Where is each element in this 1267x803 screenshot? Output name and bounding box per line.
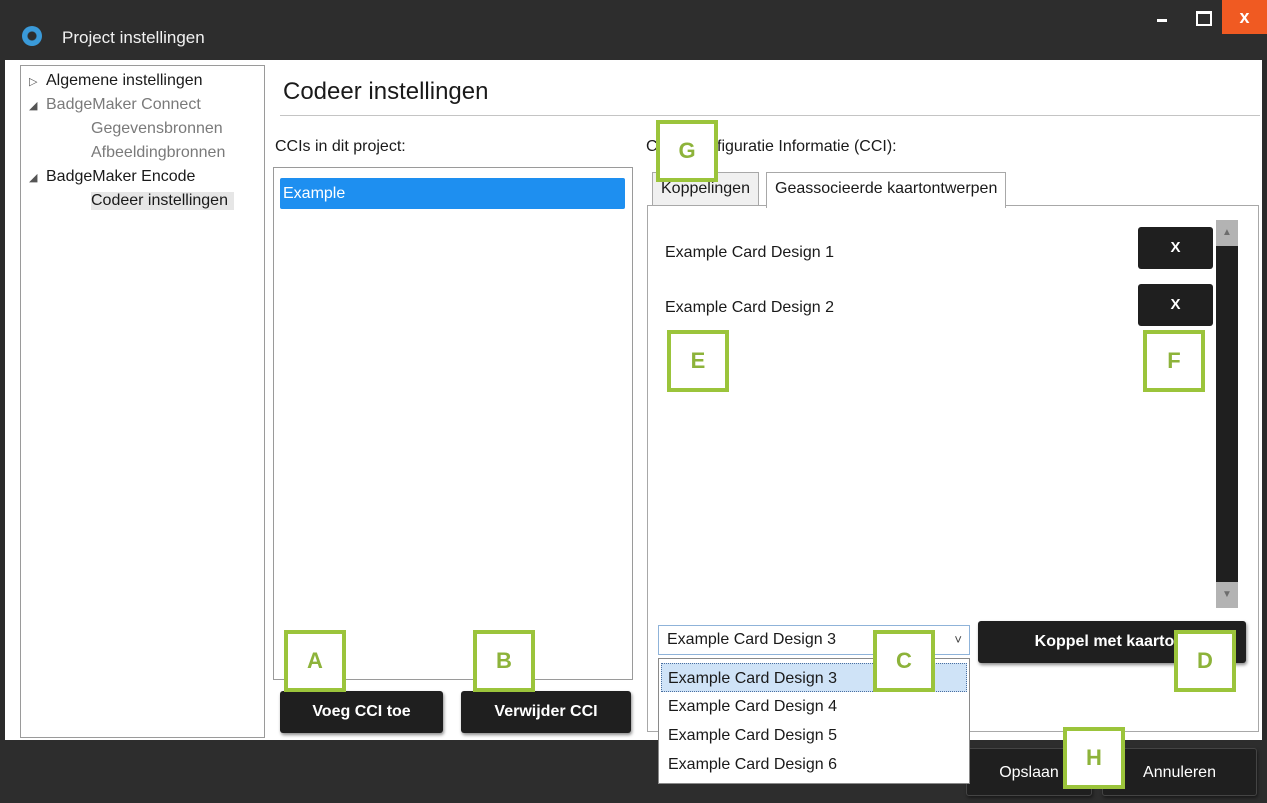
chevron-down-icon[interactable]: ˅ [954, 626, 962, 654]
callout-a: A [284, 630, 346, 692]
ccis-label: CCIs in dit project: [275, 138, 406, 155]
remove-card-design-button[interactable]: X [1138, 284, 1213, 326]
tab-geassocieerde-kaartontwerpen[interactable]: Geassocieerde kaartontwerpen [766, 172, 1007, 208]
list-item[interactable]: Example [280, 178, 625, 209]
tree-item-gegevensbronnen[interactable]: Gegevensbronnen [21, 120, 264, 144]
dialog-content: ▷ Algemene instellingen ◢ BadgeMaker Con… [5, 60, 1262, 784]
dropdown-option[interactable]: Example Card Design 6 [659, 750, 969, 779]
maximize-button[interactable] [1182, 0, 1222, 34]
select-value: Example Card Design 3 [667, 631, 836, 648]
collapse-arrow-icon[interactable]: ◢ [29, 99, 37, 112]
dropdown-option[interactable]: Example Card Design 4 [659, 692, 969, 721]
card-design-name: Example Card Design 2 [665, 299, 834, 316]
tree-item-label: Algemene instellingen [46, 72, 203, 89]
tree-item-label: BadgeMaker Encode [46, 168, 196, 185]
tree-item-label: Gegevensbronnen [91, 120, 223, 137]
close-button[interactable]: x [1222, 0, 1267, 34]
title-bar: Project instellingen x [0, 0, 1267, 60]
card-design-name: Example Card Design 1 [665, 244, 834, 261]
remove-cci-button[interactable]: Verwijder CCI [461, 691, 631, 733]
cci-list[interactable]: Example [273, 167, 633, 680]
app-logo-icon [22, 26, 42, 46]
callout-b: B [473, 630, 535, 692]
tree-item-badgemaker-connect[interactable]: ◢ BadgeMaker Connect [21, 96, 264, 120]
callout-d: D [1174, 630, 1236, 692]
tree-item-label: Afbeeldingbronnen [91, 144, 226, 161]
window-title: Project instellingen [62, 28, 205, 47]
minimize-button[interactable] [1142, 0, 1182, 34]
vertical-scrollbar[interactable]: ▲ ▼ [1216, 220, 1238, 608]
tree-item-label: BadgeMaker Connect [46, 96, 201, 113]
callout-e: E [667, 330, 729, 392]
tree-item-afbeeldingbronnen[interactable]: Afbeeldingbronnen [21, 144, 264, 168]
scroll-up-arrow-icon[interactable]: ▲ [1216, 220, 1238, 246]
callout-f: F [1143, 330, 1205, 392]
project-settings-window: Project instellingen x ▷ Algemene instel… [0, 0, 1267, 803]
add-cci-button[interactable]: Voeg CCI toe [280, 691, 443, 733]
callout-c: C [873, 630, 935, 692]
tree-item-badgemaker-encode[interactable]: ◢ BadgeMaker Encode [21, 168, 264, 192]
title-divider [280, 115, 1260, 116]
tree-item-codeer-instellingen[interactable]: Codeer instellingen [21, 192, 264, 216]
cancel-button[interactable]: Annuleren [1102, 748, 1257, 796]
settings-tree: ▷ Algemene instellingen ◢ BadgeMaker Con… [20, 65, 265, 738]
dropdown-option[interactable]: Example Card Design 5 [659, 721, 969, 750]
expand-arrow-icon[interactable]: ▷ [29, 75, 37, 88]
scroll-down-arrow-icon[interactable]: ▼ [1216, 582, 1238, 608]
page-title: Codeer instellingen [283, 78, 489, 105]
collapse-arrow-icon[interactable]: ◢ [29, 171, 37, 184]
tree-item-algemene-instellingen[interactable]: ▷ Algemene instellingen [21, 72, 264, 96]
callout-h: H [1063, 727, 1125, 789]
remove-card-design-button[interactable]: X [1138, 227, 1213, 269]
config-label-end: figuratie Informatie (CCI): [717, 138, 897, 155]
tree-item-label: Codeer instellingen [91, 192, 234, 210]
callout-g: G [656, 120, 718, 182]
